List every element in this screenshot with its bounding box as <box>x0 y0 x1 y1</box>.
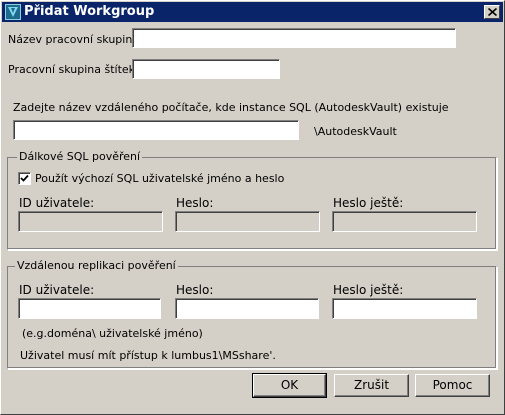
remote-host-prompt: Zadejte název vzdáleného počítače, kde i… <box>13 101 449 114</box>
replication-user-id-label: ID uživatele: <box>19 283 95 297</box>
title-bar[interactable]: Přidat Workgroup <box>2 2 503 22</box>
replication-user-id-input[interactable] <box>18 298 161 319</box>
use-default-credentials-checkbox[interactable] <box>18 172 31 185</box>
replication-password-input[interactable] <box>175 298 319 319</box>
replication-password-label: Heslo: <box>176 283 214 297</box>
help-button[interactable]: Pomoc <box>415 374 490 397</box>
checkmark-icon <box>20 174 29 182</box>
group-name-label: Název pracovní skupiny: <box>8 33 142 46</box>
group-tag-input[interactable] <box>132 59 280 79</box>
vault-app-icon <box>5 4 21 20</box>
remote-host-suffix: \AutodeskVault <box>314 125 397 138</box>
remote-host-input[interactable] <box>13 120 299 140</box>
sql-user-id-input[interactable] <box>18 211 163 232</box>
replication-access-note: Uživatel musí mít přístup k lumbus1\MSsh… <box>20 349 276 362</box>
group-tag-label: Pracovní skupina štítek: <box>8 63 139 76</box>
close-icon <box>488 8 497 16</box>
close-button[interactable] <box>484 5 500 19</box>
sql-password-again-input[interactable] <box>332 211 477 232</box>
sql-user-id-label: ID uživatele: <box>19 196 95 210</box>
dialog-window: Přidat Workgroup Název pracovní skupiny:… <box>0 0 505 415</box>
replication-credentials-title: Vzdálenou replikaci pověření <box>15 259 178 272</box>
ok-button[interactable]: OK <box>252 373 327 398</box>
use-default-credentials-label: Použít výchozí SQL uživatelské jméno a h… <box>35 172 285 185</box>
group-name-input[interactable] <box>132 28 456 48</box>
sql-password-input[interactable] <box>175 211 320 232</box>
replication-password-again-label: Heslo ještě: <box>333 283 404 297</box>
cancel-button[interactable]: Zrušit <box>334 374 409 397</box>
sql-password-label: Heslo: <box>176 196 214 210</box>
sql-credentials-title: Dálkové SQL pověření <box>17 150 143 163</box>
window-title: Přidat Workgroup <box>24 4 155 19</box>
replication-user-hint: (e.g.doména\ uživatelské jméno) <box>22 327 203 340</box>
sql-password-again-label: Heslo ještě: <box>333 196 404 210</box>
replication-password-again-input[interactable] <box>332 298 477 319</box>
